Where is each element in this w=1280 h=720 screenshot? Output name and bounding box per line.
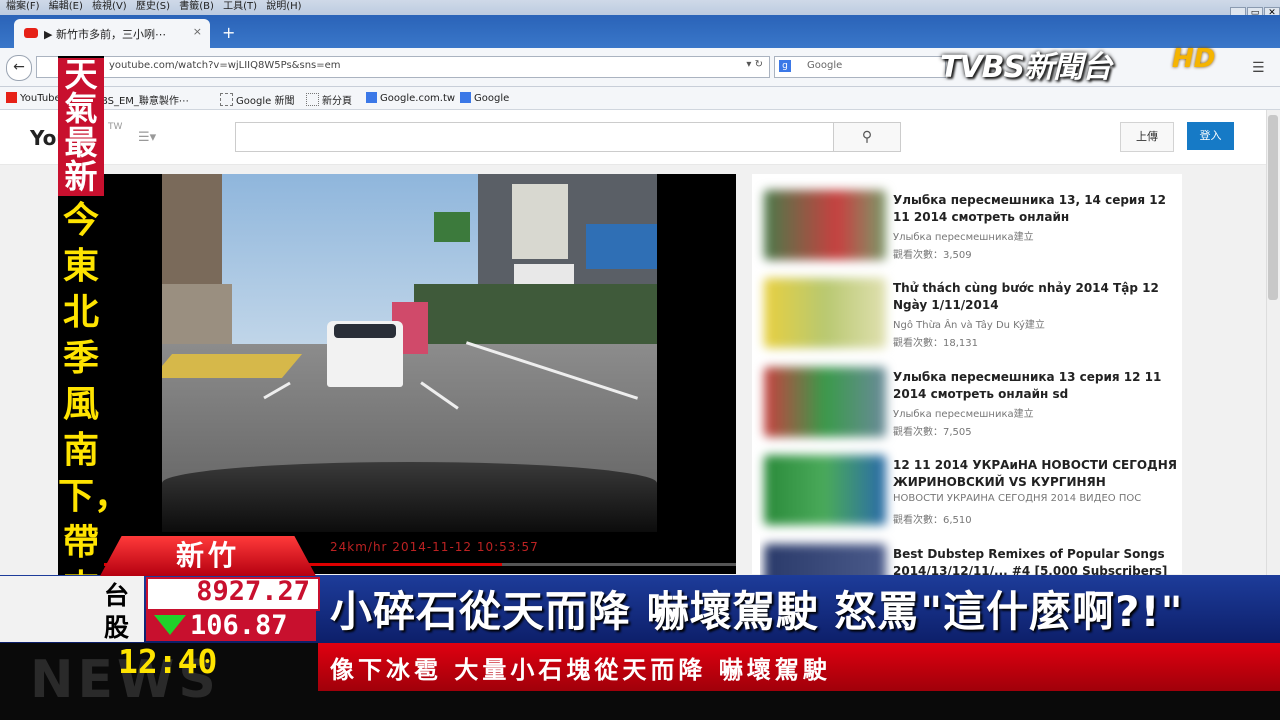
reload-icon[interactable]: ▾ ↻ [746, 59, 763, 70]
search-placeholder: Google [807, 60, 843, 71]
suggestion-title[interactable]: Thử thách cùng bước nhảy 2014 Tập 12 Ngà… [893, 280, 1178, 314]
news-ticker-text: 像下冰雹 大量小石塊從天而降 嚇壞駕駛 [330, 656, 831, 684]
suggestion-views: 觀看次數：7,505 [893, 427, 972, 438]
suggestion-title[interactable]: Улыбка пересмешника 13 серия 12 11 2014 … [893, 369, 1178, 403]
dashcam-timestamp: 24km/hr 2014-11-12 10:53:57 [330, 540, 539, 554]
menu-edit[interactable]: 編輯(E) [49, 0, 83, 14]
bookmark-google-news[interactable]: Google 新聞 [220, 92, 294, 107]
bookmark-google[interactable]: Google [460, 92, 509, 104]
video-sign [434, 212, 470, 242]
hd-badge: HD [1172, 44, 1216, 74]
suggestion-channel: НОВОСТИ УКРАИНА СЕГОДНЯ 2014 ВИДЕО ПОС [893, 493, 1142, 504]
bookmarks-bar: YouTube TVBS_EM_聯意製作⋯ Google 新聞 新分頁 Goog… [0, 87, 1280, 110]
login-button[interactable]: 登入 [1187, 122, 1234, 150]
suggestion-channel: Улыбка пересмешника建立 [893, 409, 1034, 420]
suggestion-thumbnail[interactable] [764, 544, 886, 575]
menu-history[interactable]: 歷史(S) [136, 0, 170, 14]
url-bar[interactable]: youtube.com/watch?v=wjLIIQ8W5Ps&sns=em ▾… [36, 56, 770, 78]
menu-file[interactable]: 檔案(F) [6, 0, 40, 14]
suggestion-item[interactable]: 12 11 2014 УКРАиНА НОВОСТИ СЕГОДНЯ ЖИРИН… [760, 441, 1180, 526]
region-label: TW [108, 122, 123, 132]
bookmark-new-tab[interactable]: 新分頁 [306, 92, 352, 107]
suggestion-title[interactable]: Best Dubstep Remixes of Popular Songs 20… [893, 546, 1178, 575]
suggestion-thumbnail[interactable] [764, 455, 886, 525]
window-controls: _ ▭ ✕ [1229, 0, 1280, 21]
new-tab-button[interactable]: + [222, 23, 235, 42]
suggestion-title[interactable]: 12 11 2014 УКРАиНА НОВОСТИ СЕГОДНЯ ЖИРИН… [893, 457, 1178, 491]
video-curb [162, 354, 303, 378]
scrollbar-thumb[interactable] [1268, 115, 1278, 300]
bookmark-google-tw[interactable]: Google.com.tw [366, 92, 455, 104]
suggestion-thumbnail[interactable] [764, 278, 886, 348]
stock-label-gu: 股 [104, 613, 130, 642]
tvbs-logo: TVBS新聞台 [940, 50, 1112, 85]
weather-label: 天氣最新 [58, 58, 104, 196]
youtube-icon [6, 92, 17, 103]
hamburger-menu-icon[interactable]: ☰ [1252, 60, 1266, 76]
suggestion-views: 觀看次數：3,509 [893, 250, 972, 261]
suggestion-item[interactable]: Улыбка пересмешника 13 серия 12 11 2014 … [760, 353, 1180, 438]
video-billboard [586, 224, 657, 269]
stock-change-value: 106.87 [190, 610, 288, 641]
menu-bar: 檔案(F) 編輯(E) 檢視(V) 歷史(S) 書籤(B) 工具(T) 說明(H… [0, 0, 1280, 15]
video-dashboard [162, 462, 657, 532]
back-arrow-icon: ← [13, 59, 25, 75]
video-trees [414, 284, 657, 344]
down-triangle-icon [154, 615, 186, 635]
youtube-favicon-icon [24, 28, 38, 38]
tab-close-icon[interactable]: × [193, 25, 202, 38]
video-car-window [334, 324, 396, 338]
stock-label-tai: 台 [104, 581, 130, 610]
search-icon: ⚲ [861, 129, 873, 145]
menu-bookmarks[interactable]: 書籤(B) [179, 0, 214, 14]
search-input[interactable]: g Google [774, 56, 946, 78]
google-icon: g [779, 60, 791, 72]
menu-view[interactable]: 檢視(V) [92, 0, 127, 14]
headline-text: 小碎石從天而降 嚇壞駕駛 怒罵"這什麼啊?!" [330, 587, 1184, 636]
guide-menu-icon[interactable]: ☰▾ [138, 130, 156, 145]
suggestion-item[interactable]: Thử thách cùng bước nhảy 2014 Tập 12 Ngà… [760, 264, 1180, 349]
url-text: youtube.com/watch?v=wjLIIQ8W5Ps&sns=em [109, 60, 341, 71]
location-tag: 新竹 [100, 536, 316, 576]
menu-tools[interactable]: 工具(T) [223, 0, 257, 14]
suggestion-channel: Ngô Thừa Ân và Tây Du Ký建立 [893, 320, 1045, 331]
page-icon [306, 93, 319, 106]
suggestion-item[interactable]: Best Dubstep Remixes of Popular Songs 20… [760, 530, 1180, 575]
tab-title: ▶ 新竹市多前，三小咧⋯ [44, 28, 166, 41]
youtube-search-input[interactable] [235, 122, 835, 152]
upload-button[interactable]: 上傳 [1120, 122, 1174, 152]
suggestion-thumbnail[interactable] [764, 367, 886, 437]
stock-index-value: 8927.27 [196, 576, 310, 607]
google-icon [460, 92, 471, 103]
suggestion-views: 觀看次數：6,510 [893, 515, 972, 526]
back-button[interactable]: ← [6, 55, 32, 81]
weather-scroll-text: 今東北季風南下，帶來 [58, 200, 130, 609]
suggestion-thumbnail[interactable] [764, 190, 886, 260]
suggestion-item[interactable]: Улыбка пересмешника 13, 14 серия 12 11 2… [760, 176, 1180, 261]
menu-help[interactable]: 說明(H) [266, 0, 301, 14]
suggestion-views: 觀看次數：18,131 [893, 338, 978, 349]
page-icon [220, 93, 233, 106]
broadcast-clock: 12:40 [118, 642, 218, 681]
video-billboard [512, 184, 568, 259]
suggestion-channel: Улыбка пересмешника建立 [893, 232, 1034, 243]
tab-youtube[interactable]: ▶ 新竹市多前，三小咧⋯ × [14, 19, 210, 48]
youtube-search-button[interactable]: ⚲ [833, 122, 901, 152]
video-frame[interactable] [162, 174, 657, 532]
suggestion-title[interactable]: Улыбка пересмешника 13, 14 серия 12 11 2… [893, 192, 1178, 226]
google-icon [366, 92, 377, 103]
bookmark-youtube[interactable]: YouTube [6, 92, 61, 104]
